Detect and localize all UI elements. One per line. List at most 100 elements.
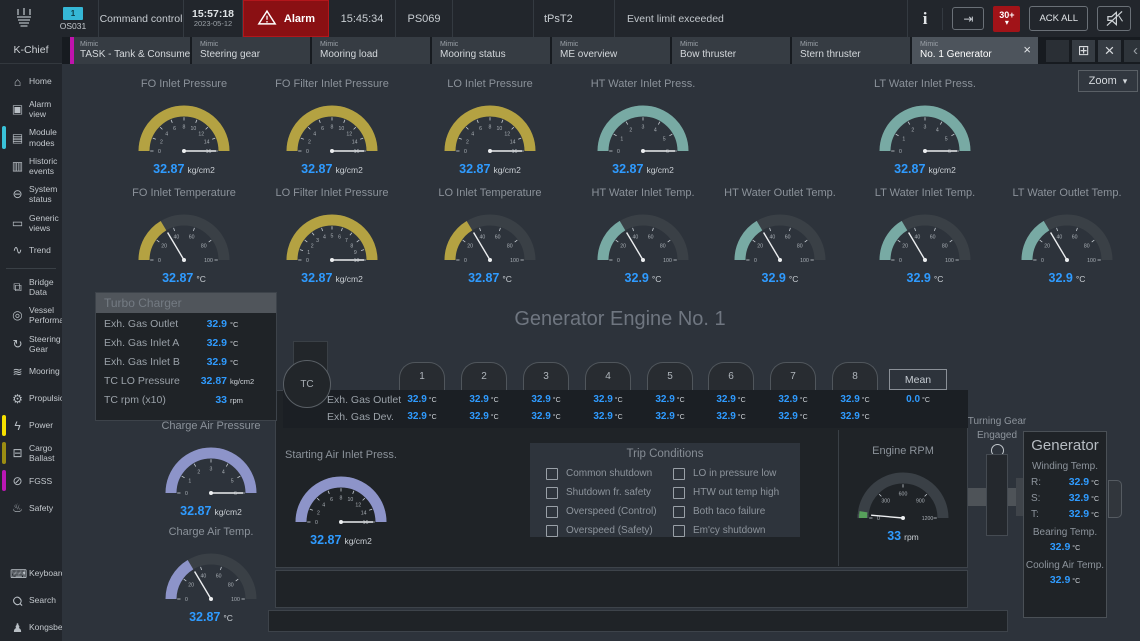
checkbox[interactable] [673,468,685,480]
cylinder-value: 32.9°C [518,394,574,405]
turbo-row-label: TC LO Pressure [104,375,189,387]
svg-text:0: 0 [464,149,467,155]
tab-kind-label: Mimic [440,41,550,49]
checkbox[interactable] [673,506,685,518]
trip-condition[interactable]: Common shutdown [546,464,673,483]
sidebar-item-historic-events[interactable]: ▥Historic events [0,152,62,180]
sidebar-item-label: Safety [29,503,60,513]
login-icon[interactable]: ⇥ [952,7,984,30]
sidebar-item-safety[interactable]: ♨Safety [0,494,62,521]
sidebar-item-vessel-performan[interactable]: ◎Vessel Performan... [0,301,62,329]
ht-water-inlet-press-gauge: HT Water Inlet Press.012345632.87kg/cm2 [568,78,718,176]
svg-text:20: 20 [620,243,626,249]
sidebar-item-label: Home [29,76,60,86]
alarm-button[interactable]: Alarm [243,0,329,37]
svg-text:10: 10 [497,126,503,132]
power-icon: ϟ [10,419,25,433]
mimic-tab-no-1-generator[interactable]: MimicNo. 1 Generator× [912,37,1038,64]
close-all-icon[interactable]: × [1098,40,1121,62]
info-icon[interactable]: i [917,9,934,29]
horn-silence-icon[interactable] [1097,6,1131,31]
sidebar-item-module-modes[interactable]: ▤Module modes [0,123,62,151]
close-tab-icon[interactable]: × [1023,43,1031,58]
checkbox[interactable] [673,525,685,537]
trip-condition[interactable]: HTW out temp high [673,483,800,502]
sidebar-item-search[interactable]: ϘSearch [0,587,62,614]
turbo-row-value: 32.9 [189,337,227,349]
sidebar-item-home[interactable]: ⌂Home [0,68,62,95]
checkbox[interactable] [546,468,558,480]
zoom-button[interactable]: Zoom ▾ [1078,70,1138,92]
checkbox[interactable] [546,487,558,499]
svg-text:4: 4 [313,132,316,138]
gauge-dial: 020406080100 [430,202,550,271]
turbo-charger-header: Turbo Charger [96,293,276,313]
checkbox[interactable] [673,487,685,499]
tab-scroll-left-icon[interactable]: ‹ [1124,40,1140,62]
trip-condition[interactable]: Em'cy shutdown [673,521,800,540]
tab-kind-label: Mimic [800,41,910,49]
gauge-title: LT Water Inlet Temp. [875,187,975,202]
sidebar-item-mooring[interactable]: ≋Mooring [0,358,62,385]
sidebar-item-generic-views[interactable]: ▭Generic views [0,209,62,237]
svg-text:80: 80 [797,243,803,249]
ack-all-button[interactable]: ACK ALL [1029,6,1088,31]
sidebar-item-cargo-ballast[interactable]: ⊟Cargo Ballast [0,439,62,467]
svg-text:9: 9 [354,250,357,256]
svg-text:0: 0 [1041,258,1044,264]
trip-condition[interactable]: Both taco failure [673,502,800,521]
lo-inlet-temperature-gauge: LO Inlet Temperature02040608010032.87°C [415,187,565,285]
sidebar-item-keyboard[interactable]: ⌨Keyboard [0,560,62,587]
alarm-count-badge[interactable]: 30+ ▾ [993,6,1020,32]
sidebar-item-fgss[interactable]: ⊘FGSS [0,467,62,494]
gauge-dial: 0246810121416 [281,464,401,533]
lt-water-outlet-temp-gauge: LT Water Outlet Temp.02040608010032.9°C [992,187,1140,285]
sidebar-item-system-status[interactable]: ⊖System status [0,180,62,208]
svg-text:4: 4 [654,128,657,134]
turbo-row-label: Exh. Gas Inlet A [104,337,189,349]
sidebar-item-kongsberg[interactable]: ♟Kongsberg [0,614,62,641]
sidebar-item-bridge-data[interactable]: ⧉Bridge Data [0,273,62,301]
checkbox[interactable] [546,525,558,537]
trip-condition[interactable]: LO in pressure low [673,464,800,483]
tile-windows-icon[interactable]: ⊞ [1072,40,1095,62]
alarm-view-icon: ▣ [10,102,25,116]
operator-station[interactable]: 1 OS031 [48,0,99,37]
tab-tool-disabled-button[interactable] [1046,40,1069,62]
mimic-tab-steering-gear[interactable]: MimicSteering gear [192,37,310,64]
cylinder-7: 7 [770,362,816,390]
sidebar-item-label: System status [29,184,60,204]
svg-text:10: 10 [348,497,354,503]
sidebar-item-power[interactable]: ϟPower [0,412,62,439]
separator [942,8,943,30]
svg-text:1: 1 [902,137,905,143]
sidebar-item-steering-gear[interactable]: ↻Steering Gear [0,330,62,358]
sidebar-item-label: Propulsion [29,393,65,403]
svg-text:60: 60 [1072,235,1078,241]
svg-text:4: 4 [222,470,225,476]
sidebar-item-propulsion[interactable]: ⚙Propulsion [0,385,62,412]
mimic-tab-task-tank-consumers[interactable]: MimicTASK - Tank & Consumers [70,37,190,64]
sidebar-item-alarm-view[interactable]: ▣Alarm view [0,95,62,123]
trip-condition[interactable]: Overspeed (Control) [546,502,673,521]
gauge-title: LO Inlet Pressure [447,78,533,93]
mimic-tab-mooring-status[interactable]: MimicMooring status [432,37,550,64]
mimic-tab-me-overview[interactable]: MimicME overview [552,37,670,64]
mimic-tab-stern-thruster[interactable]: MimicStern thruster [792,37,910,64]
chevron-down-icon: ▾ [1005,19,1009,27]
sidebar-spacer [0,521,62,560]
bridge-data-icon: ⧉ [10,280,25,295]
fo-inlet-pressure-gauge: FO Inlet Pressure024681012141632.87kg/cm… [109,78,259,176]
clock-date: 2023-05-12 [194,20,232,28]
sidebar-item-trend[interactable]: ∿Trend [0,237,62,264]
ht-water-outlet-temp-gauge: HT Water Outlet Temp.02040608010032.9°C [705,187,855,285]
fo-inlet-temperature-gauge: FO Inlet Temperature02040608010032.87°C [109,187,259,285]
trip-condition[interactable]: Shutdown fr. safety [546,483,673,502]
mimic-tab-bow-thruster[interactable]: MimicBow thruster [672,37,790,64]
turning-gear-state-label: Engaged [962,430,1032,441]
mimic-tab-mooring-load[interactable]: MimicMooring load [312,37,430,64]
checkbox[interactable] [546,506,558,518]
topbar-actions: i ⇥ 30+ ▾ ACK ALL [907,0,1140,37]
trip-condition[interactable]: Overspeed (Safety) [546,521,673,540]
svg-text:80: 80 [228,582,234,588]
